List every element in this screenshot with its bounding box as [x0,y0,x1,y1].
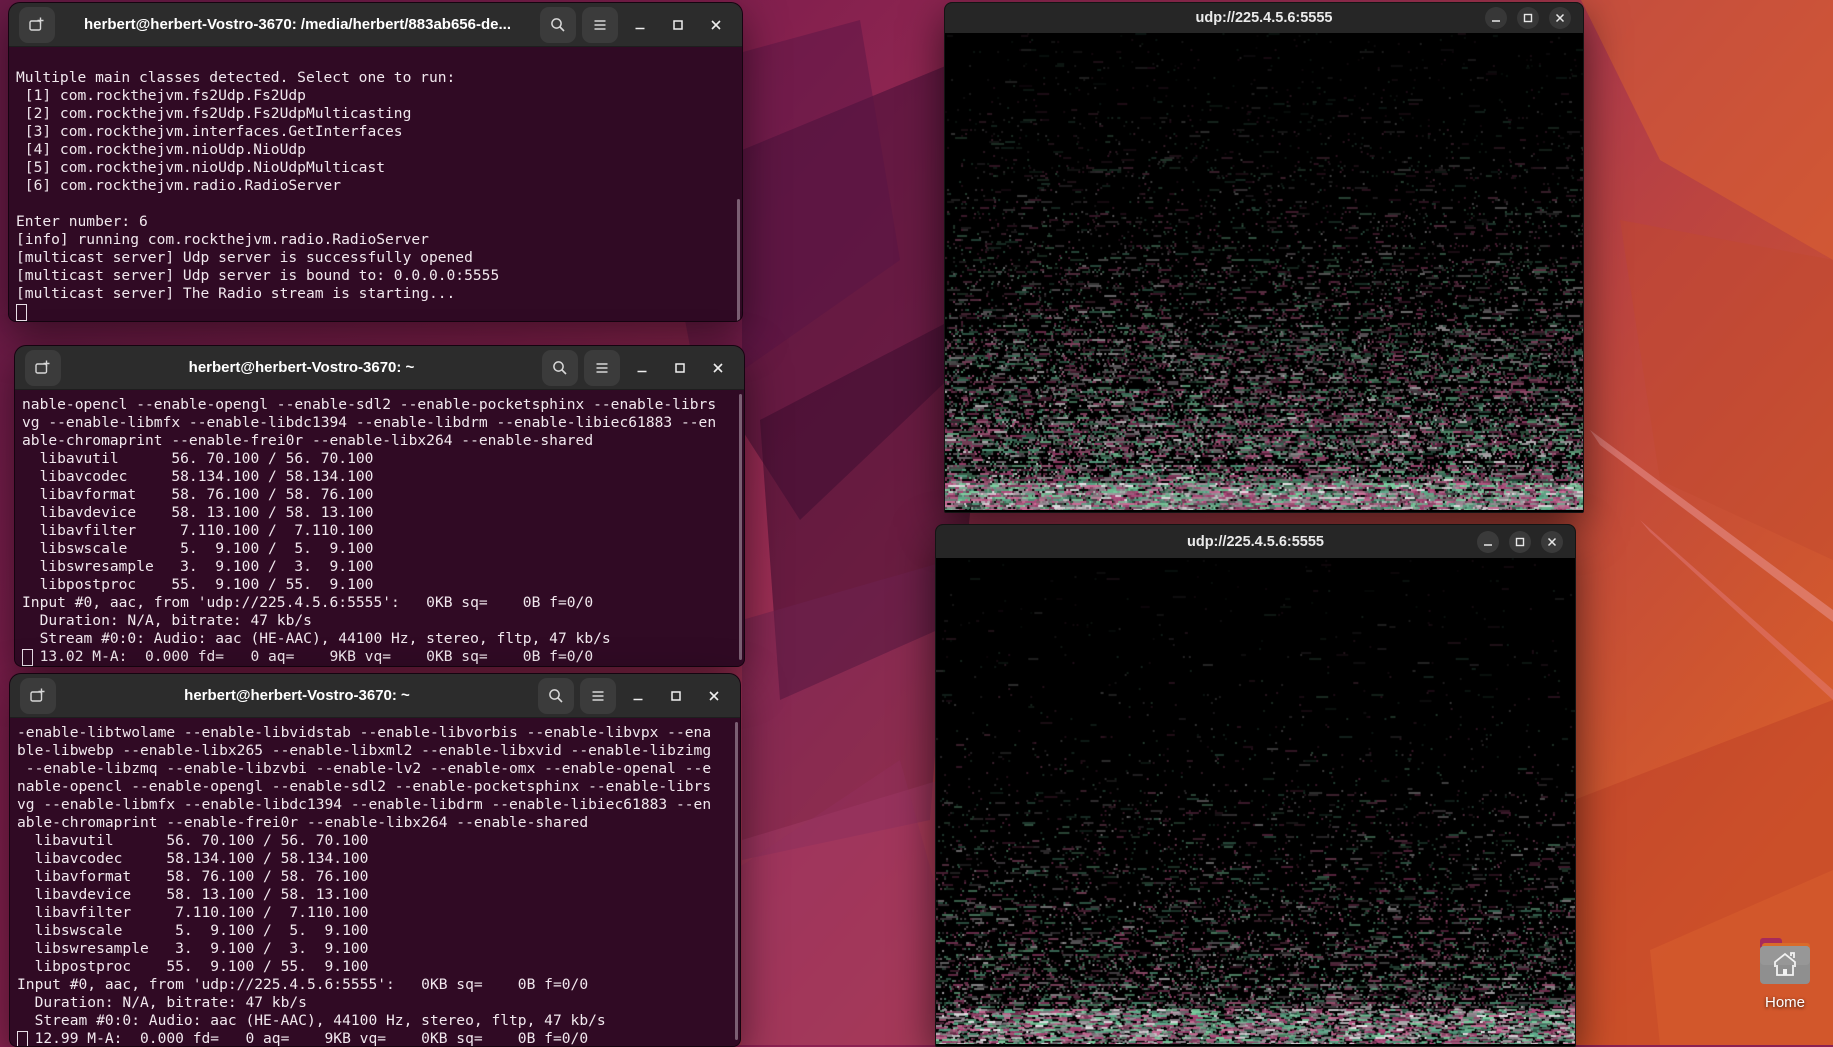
search-icon [551,359,569,377]
new-tab-button[interactable] [20,678,56,714]
terminal2-output-area[interactable]: nable-opencl --enable-opengl --enable-sd… [15,390,744,666]
new-tab-icon [34,359,52,377]
terminal1-output-area[interactable]: Multiple main classes detected. Select o… [9,47,742,321]
terminal-cursor [16,304,27,321]
maximize-icon [1521,11,1535,25]
terminal3-titlebar[interactable]: herbert@herbert-Vostro-3670: ~ [10,674,740,718]
maximize-icon [670,17,686,33]
menu-icon [593,359,611,377]
close-icon [710,360,726,376]
maximize-button[interactable] [662,9,694,41]
spectrogram-canvas [936,558,1575,1044]
minimize-icon [632,17,648,33]
minimize-button[interactable] [626,352,658,384]
maximize-icon [672,360,688,376]
video1-content[interactable] [945,33,1583,510]
search-icon [547,687,565,705]
terminal1-scrollbar[interactable] [737,199,740,322]
maximize-icon [1513,535,1527,549]
maximize-button[interactable] [1517,7,1539,29]
terminal3-scrollbar[interactable] [735,722,738,1040]
search-button[interactable] [542,350,578,386]
spectrogram-canvas [945,33,1583,510]
close-button[interactable] [700,9,732,41]
maximize-icon [668,688,684,704]
minimize-icon [630,688,646,704]
maximize-button[interactable] [1509,531,1531,553]
menu-button[interactable] [580,678,616,714]
terminal-window-ffplay-2: herbert@herbert-Vostro-3670: ~ [9,673,741,1047]
menu-button[interactable] [582,7,618,43]
terminal-window-ffplay-1: herbert@herbert-Vostro-3670: ~ [14,345,745,667]
close-button[interactable] [1541,531,1563,553]
minimize-button[interactable] [1485,7,1507,29]
terminal3-output-area[interactable]: -enable-libtwolame --enable-libvidstab -… [10,718,740,1046]
close-button[interactable] [698,680,730,712]
terminal-cursor [22,649,33,666]
menu-button[interactable] [584,350,620,386]
window-title: herbert@herbert-Vostro-3670: /media/herb… [61,16,534,33]
minimize-button[interactable] [622,680,654,712]
video2-content[interactable] [936,558,1575,1044]
menu-icon [589,687,607,705]
window-title: herbert@herbert-Vostro-3670: ~ [62,687,532,704]
minimize-button[interactable] [624,9,656,41]
minimize-icon [1489,11,1503,25]
terminal2-titlebar[interactable]: herbert@herbert-Vostro-3670: ~ [15,346,744,390]
close-icon [706,688,722,704]
window-title: herbert@herbert-Vostro-3670: ~ [67,359,536,376]
terminal1-text: Multiple main classes detected. Select o… [9,47,742,321]
video1-titlebar[interactable]: udp://225.4.5.6:5555 [945,3,1583,33]
terminal1-titlebar[interactable]: herbert@herbert-Vostro-3670: /media/herb… [9,3,742,47]
terminal3-text: -enable-libtwolame --enable-libvidstab -… [10,718,740,1046]
home-folder-icon [1756,936,1814,986]
close-icon [1553,11,1567,25]
video2-window-controls [1477,531,1575,553]
search-button[interactable] [538,678,574,714]
close-button[interactable] [702,352,734,384]
menu-icon [591,16,609,34]
video2-titlebar[interactable]: udp://225.4.5.6:5555 [936,525,1575,558]
minimize-icon [634,360,650,376]
terminal2-scrollbar[interactable] [739,394,742,660]
close-icon [1545,535,1559,549]
maximize-button[interactable] [664,352,696,384]
video1-window-controls [1485,7,1583,29]
search-icon [549,16,567,34]
terminal2-text: nable-opencl --enable-opengl --enable-sd… [15,390,744,666]
video-window-udp-stream-2: udp://225.4.5.6:5555 [935,524,1576,1047]
minimize-icon [1481,535,1495,549]
video-window-udp-stream-1: udp://225.4.5.6:5555 [944,2,1584,513]
desktop-home-icon[interactable]: Home [1745,936,1825,1011]
close-button[interactable] [1549,7,1571,29]
new-tab-button[interactable] [25,350,61,386]
maximize-button[interactable] [660,680,692,712]
new-tab-button[interactable] [19,7,55,43]
minimize-button[interactable] [1477,531,1499,553]
new-tab-icon [29,687,47,705]
close-icon [708,17,724,33]
home-icon-label: Home [1745,994,1825,1011]
new-tab-icon [28,16,46,34]
search-button[interactable] [540,7,576,43]
terminal-window-radioserver: herbert@herbert-Vostro-3670: /media/herb… [8,2,743,322]
